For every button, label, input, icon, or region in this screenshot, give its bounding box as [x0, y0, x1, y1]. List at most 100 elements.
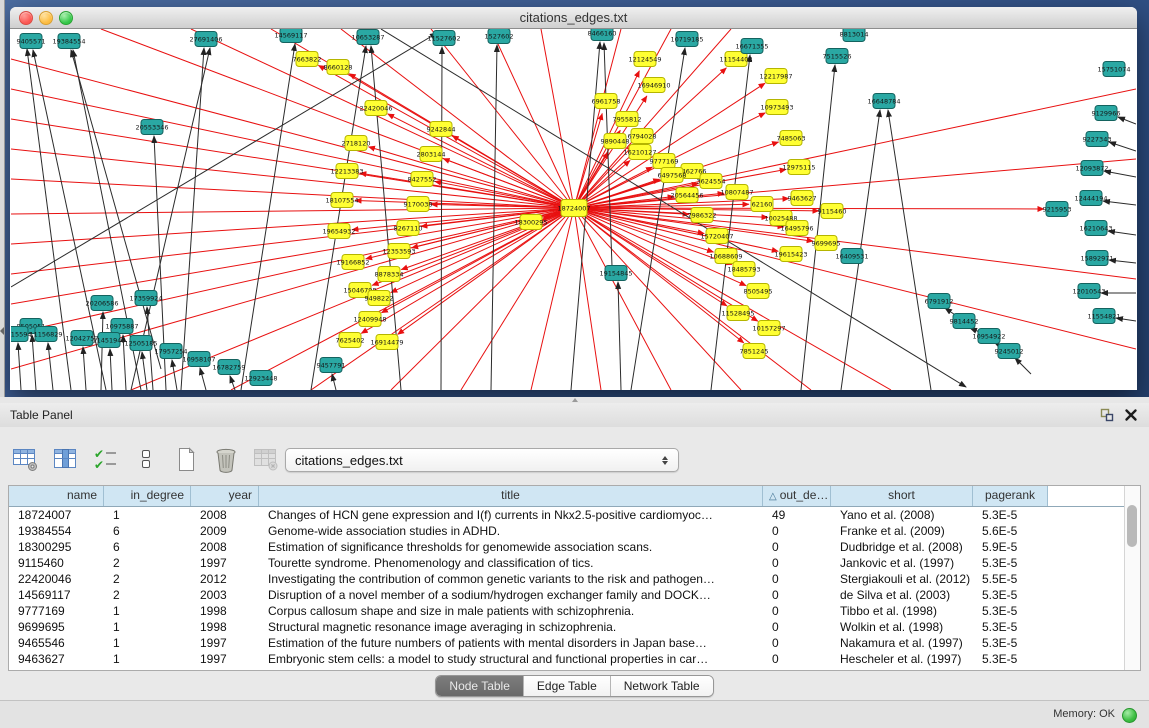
table-cell[interactable]: Corpus callosum shape and size in male p… — [259, 603, 763, 619]
table-cell[interactable]: 1 — [104, 619, 191, 635]
table-cell[interactable]: 9463627 — [9, 651, 104, 667]
table-cell[interactable]: 0 — [763, 635, 831, 651]
table-cell[interactable]: 1997 — [191, 635, 259, 651]
table-cell[interactable]: 1 — [104, 651, 191, 667]
table-cell[interactable]: 1 — [104, 603, 191, 619]
scrollbar-thumb[interactable] — [1127, 505, 1137, 547]
table-cell[interactable]: Genome-wide association studies in ADHD. — [259, 523, 763, 539]
table-cell[interactable]: 9699695 — [9, 619, 104, 635]
table-cell[interactable]: Tibbo et al. (1998) — [831, 603, 973, 619]
table-cell[interactable]: 2012 — [191, 571, 259, 587]
table-cell[interactable]: 2 — [104, 555, 191, 571]
column-header-name[interactable]: name — [9, 486, 104, 506]
table-cell[interactable]: Disruption of a novel member of a sodium… — [259, 587, 763, 603]
table-row[interactable]: 977716911998Corpus callosum shape and si… — [9, 603, 1127, 619]
vertical-scrollbar[interactable] — [1124, 486, 1140, 670]
tab-node-table[interactable]: Node Table — [436, 676, 524, 696]
table-cell[interactable]: 0 — [763, 539, 831, 555]
table-cell[interactable]: Jankovic et al. (1997) — [831, 555, 973, 571]
table-cell[interactable]: Tourette syndrome. Phenomenology and cla… — [259, 555, 763, 571]
memory-ok-indicator[interactable] — [1122, 708, 1137, 723]
column-header-short[interactable]: short — [831, 486, 973, 506]
table-options-icon[interactable] — [12, 446, 39, 473]
table-cell[interactable]: Estimation of significance thresholds fo… — [259, 539, 763, 555]
table-cell[interactable]: 0 — [763, 619, 831, 635]
table-cell[interactable]: 5.9E-5 — [973, 539, 1048, 555]
table-cell[interactable]: Wolkin et al. (1998) — [831, 619, 973, 635]
table-cell[interactable]: Changes of HCN gene expression and I(f) … — [259, 507, 763, 523]
table-row[interactable]: 969969511998Structural magnetic resonanc… — [9, 619, 1127, 635]
table-cell[interactable]: 1997 — [191, 651, 259, 667]
close-icon[interactable] — [1123, 407, 1139, 423]
table-cell[interactable]: 0 — [763, 587, 831, 603]
table-cell[interactable]: 1998 — [191, 603, 259, 619]
network-canvas[interactable]: 2242004692428442718120280314412213383842… — [11, 29, 1136, 390]
table-cell[interactable]: 1998 — [191, 619, 259, 635]
table-row[interactable]: 2242004622012Investigating the contribut… — [9, 571, 1127, 587]
tab-network-table[interactable]: Network Table — [611, 676, 713, 696]
zoom-window-button[interactable] — [59, 11, 73, 25]
table-cell[interactable]: Hescheler et al. (1997) — [831, 651, 973, 667]
table-cell[interactable]: 5.3E-5 — [973, 555, 1048, 571]
table-row[interactable]: 1938455462009Genome-wide association stu… — [9, 523, 1127, 539]
table-row[interactable]: 1830029562008Estimation of significance … — [9, 539, 1127, 555]
table-cell[interactable]: 2009 — [191, 523, 259, 539]
table-cell[interactable]: 22420046 — [9, 571, 104, 587]
left-panel-edge[interactable] — [0, 0, 5, 397]
row-height-icon[interactable] — [132, 446, 159, 473]
table-cell[interactable]: 9115460 — [9, 555, 104, 571]
tab-edge-table[interactable]: Edge Table — [524, 676, 611, 696]
table-cell[interactable]: 5.5E-5 — [973, 571, 1048, 587]
float-window-icon[interactable] — [1099, 407, 1115, 423]
checklist-icon[interactable]: ✔ ✔ — [92, 446, 119, 473]
table-cell[interactable]: 5.6E-5 — [973, 523, 1048, 539]
minimize-window-button[interactable] — [39, 11, 53, 25]
table-cell[interactable]: 1 — [104, 507, 191, 523]
column-header-out_de[interactable]: △out_de… — [763, 486, 831, 506]
table-row[interactable]: 911546021997Tourette syndrome. Phenomeno… — [9, 555, 1127, 571]
table-cell[interactable]: 1 — [104, 635, 191, 651]
table-cell[interactable]: 5.3E-5 — [973, 651, 1048, 667]
table-cell[interactable]: Franke et al. (2009) — [831, 523, 973, 539]
table-cell[interactable]: Nakamura et al. (1997) — [831, 635, 973, 651]
column-header-title[interactable]: title — [259, 486, 763, 506]
table-cell[interactable]: 0 — [763, 523, 831, 539]
table-cell[interactable]: 49 — [763, 507, 831, 523]
table-cell[interactable]: 19384554 — [9, 523, 104, 539]
table-cell[interactable]: 0 — [763, 603, 831, 619]
table-row[interactable]: 946362711997Embryonic stem cells: a mode… — [9, 651, 1127, 667]
table-cell[interactable]: 18724007 — [9, 507, 104, 523]
table-cell[interactable]: 2 — [104, 571, 191, 587]
table-cell[interactable]: Estimation of the future numbers of pati… — [259, 635, 763, 651]
table-row[interactable]: 1456911722003Disruption of a novel membe… — [9, 587, 1127, 603]
table-cell[interactable]: Structural magnetic resonance image aver… — [259, 619, 763, 635]
table-cell[interactable]: Investigating the contribution of common… — [259, 571, 763, 587]
splitter-handle-icon[interactable] — [571, 398, 578, 402]
column-header-in_degree[interactable]: in_degree — [104, 486, 191, 506]
table-cell[interactable]: 5.3E-5 — [973, 507, 1048, 523]
table-cell[interactable]: 5.3E-5 — [973, 635, 1048, 651]
table-cell[interactable]: 1997 — [191, 555, 259, 571]
table-cell[interactable]: 0 — [763, 555, 831, 571]
table-cell[interactable]: 2003 — [191, 587, 259, 603]
table-cell[interactable]: Stergiakouli et al. (2012) — [831, 571, 973, 587]
table-cell[interactable]: de Silva et al. (2003) — [831, 587, 973, 603]
column-visibility-icon[interactable] — [52, 446, 79, 473]
table-selector-dropdown[interactable]: citations_edges.txt — [285, 448, 679, 472]
table-row[interactable]: 1872400712008Changes of HCN gene express… — [9, 507, 1127, 523]
table-cell[interactable]: 6 — [104, 539, 191, 555]
table-cell[interactable]: 2 — [104, 587, 191, 603]
collapse-left-panel-icon[interactable] — [0, 327, 4, 335]
table-cell[interactable]: 18300295 — [9, 539, 104, 555]
table-cell[interactable]: Embryonic stem cells: a model to study s… — [259, 651, 763, 667]
trash-icon[interactable] — [212, 446, 239, 473]
table-cell[interactable]: Yano et al. (2008) — [831, 507, 973, 523]
column-header-pagerank[interactable]: pagerank — [973, 486, 1048, 506]
table-cell[interactable]: 6 — [104, 523, 191, 539]
column-header-year[interactable]: year — [191, 486, 259, 506]
table-cell[interactable]: 0 — [763, 651, 831, 667]
table-cell[interactable]: 5.3E-5 — [973, 619, 1048, 635]
table-cell[interactable]: 2008 — [191, 539, 259, 555]
window-titlebar[interactable]: citations_edges.txt — [10, 7, 1137, 29]
table-cell[interactable]: 9465546 — [9, 635, 104, 651]
